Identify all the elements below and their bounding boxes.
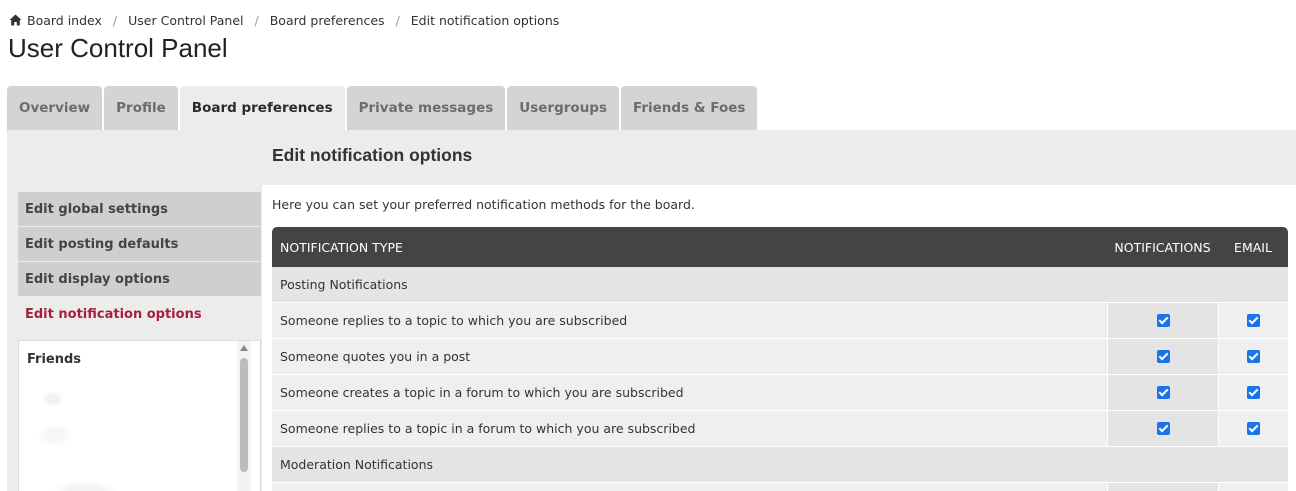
- notification-checkbox[interactable]: [1156, 386, 1170, 399]
- sidebar-item-posting-defaults[interactable]: Edit posting defaults: [18, 227, 261, 261]
- table-row: Someone replies to a topic in a forum to…: [272, 411, 1288, 447]
- group-label: Posting Notifications: [280, 277, 408, 292]
- header-notifications: NOTIFICATIONS: [1114, 239, 1211, 255]
- row-label: Someone replies to a topic to which you …: [280, 313, 628, 328]
- email-checkbox[interactable]: [1247, 386, 1260, 399]
- breadcrumb-edit-notification-options[interactable]: Edit notification options: [411, 13, 560, 28]
- table-row: Someone quotes you in a post: [272, 339, 1288, 375]
- friends-scrollbar[interactable]: [237, 341, 251, 491]
- intro-text: Here you can set your preferred notifica…: [272, 197, 695, 212]
- breadcrumb-separator: /: [395, 12, 400, 28]
- tab-board-preferences[interactable]: Board preferences: [179, 86, 345, 130]
- notification-table: NOTIFICATION TYPE NOTIFICATIONS EMAIL Po…: [272, 227, 1288, 491]
- sidebar-item-global-settings[interactable]: Edit global settings: [18, 192, 261, 226]
- sidebar-item-display-options[interactable]: Edit display options: [18, 262, 261, 296]
- home-icon: [9, 14, 22, 26]
- sidebar-item-notification-options[interactable]: Edit notification options: [18, 297, 261, 331]
- tab-usergroups[interactable]: Usergroups: [507, 86, 619, 130]
- email-checkbox[interactable]: [1247, 314, 1260, 327]
- page-title: User Control Panel: [8, 33, 228, 63]
- row-label: Someone quotes you in a post: [280, 349, 471, 364]
- sidebar-menu: Edit global settings Edit posting defaul…: [18, 192, 261, 332]
- row-label: Someone creates a topic in a forum to wh…: [280, 385, 684, 400]
- row-label: Someone replies to a topic in a forum to…: [280, 421, 696, 436]
- section-title: Edit notification options: [272, 145, 473, 165]
- friends-title: Friends: [27, 352, 82, 367]
- friends-list-redacted: [25, 373, 225, 491]
- header-email: EMAIL: [1234, 239, 1272, 255]
- breadcrumb: Board index / User Control Panel / Board…: [9, 12, 559, 28]
- tab-profile[interactable]: Profile: [104, 86, 178, 130]
- tab-friends-foes[interactable]: Friends & Foes: [621, 86, 758, 130]
- email-checkbox[interactable]: [1247, 422, 1260, 435]
- table-row: Someone creates a topic in a forum to wh…: [272, 375, 1288, 411]
- header-notification-type: NOTIFICATION TYPE: [280, 239, 403, 255]
- table-group-row: Posting Notifications: [272, 267, 1288, 303]
- notification-checkbox[interactable]: [1156, 314, 1170, 327]
- tab-private-messages[interactable]: Private messages: [346, 86, 506, 130]
- notification-checkbox[interactable]: [1156, 422, 1170, 435]
- breadcrumb-board-preferences[interactable]: Board preferences: [270, 13, 385, 28]
- breadcrumb-user-control-panel[interactable]: User Control Panel: [128, 13, 243, 28]
- breadcrumb-separator: /: [254, 12, 259, 28]
- group-label: Moderation Notifications: [280, 457, 434, 472]
- ucp-tabs: Overview Profile Board preferences Priva…: [7, 86, 759, 130]
- table-row: Someone replies to a topic to which you …: [272, 303, 1288, 339]
- notification-checkbox[interactable]: [1156, 350, 1170, 363]
- table-header: NOTIFICATION TYPE NOTIFICATIONS EMAIL: [272, 227, 1288, 267]
- scroll-up-icon[interactable]: [240, 345, 248, 351]
- breadcrumb-board-index[interactable]: Board index: [27, 13, 102, 28]
- table-group-row: Moderation Notifications: [272, 447, 1288, 483]
- friends-list: Friends: [18, 340, 261, 491]
- scroll-thumb[interactable]: [240, 358, 248, 472]
- breadcrumb-separator: /: [112, 12, 118, 28]
- content-panel: Here you can set your preferred notifica…: [262, 185, 1296, 491]
- email-checkbox[interactable]: [1247, 350, 1260, 363]
- table-row: [272, 483, 1288, 491]
- tab-overview[interactable]: Overview: [7, 86, 103, 130]
